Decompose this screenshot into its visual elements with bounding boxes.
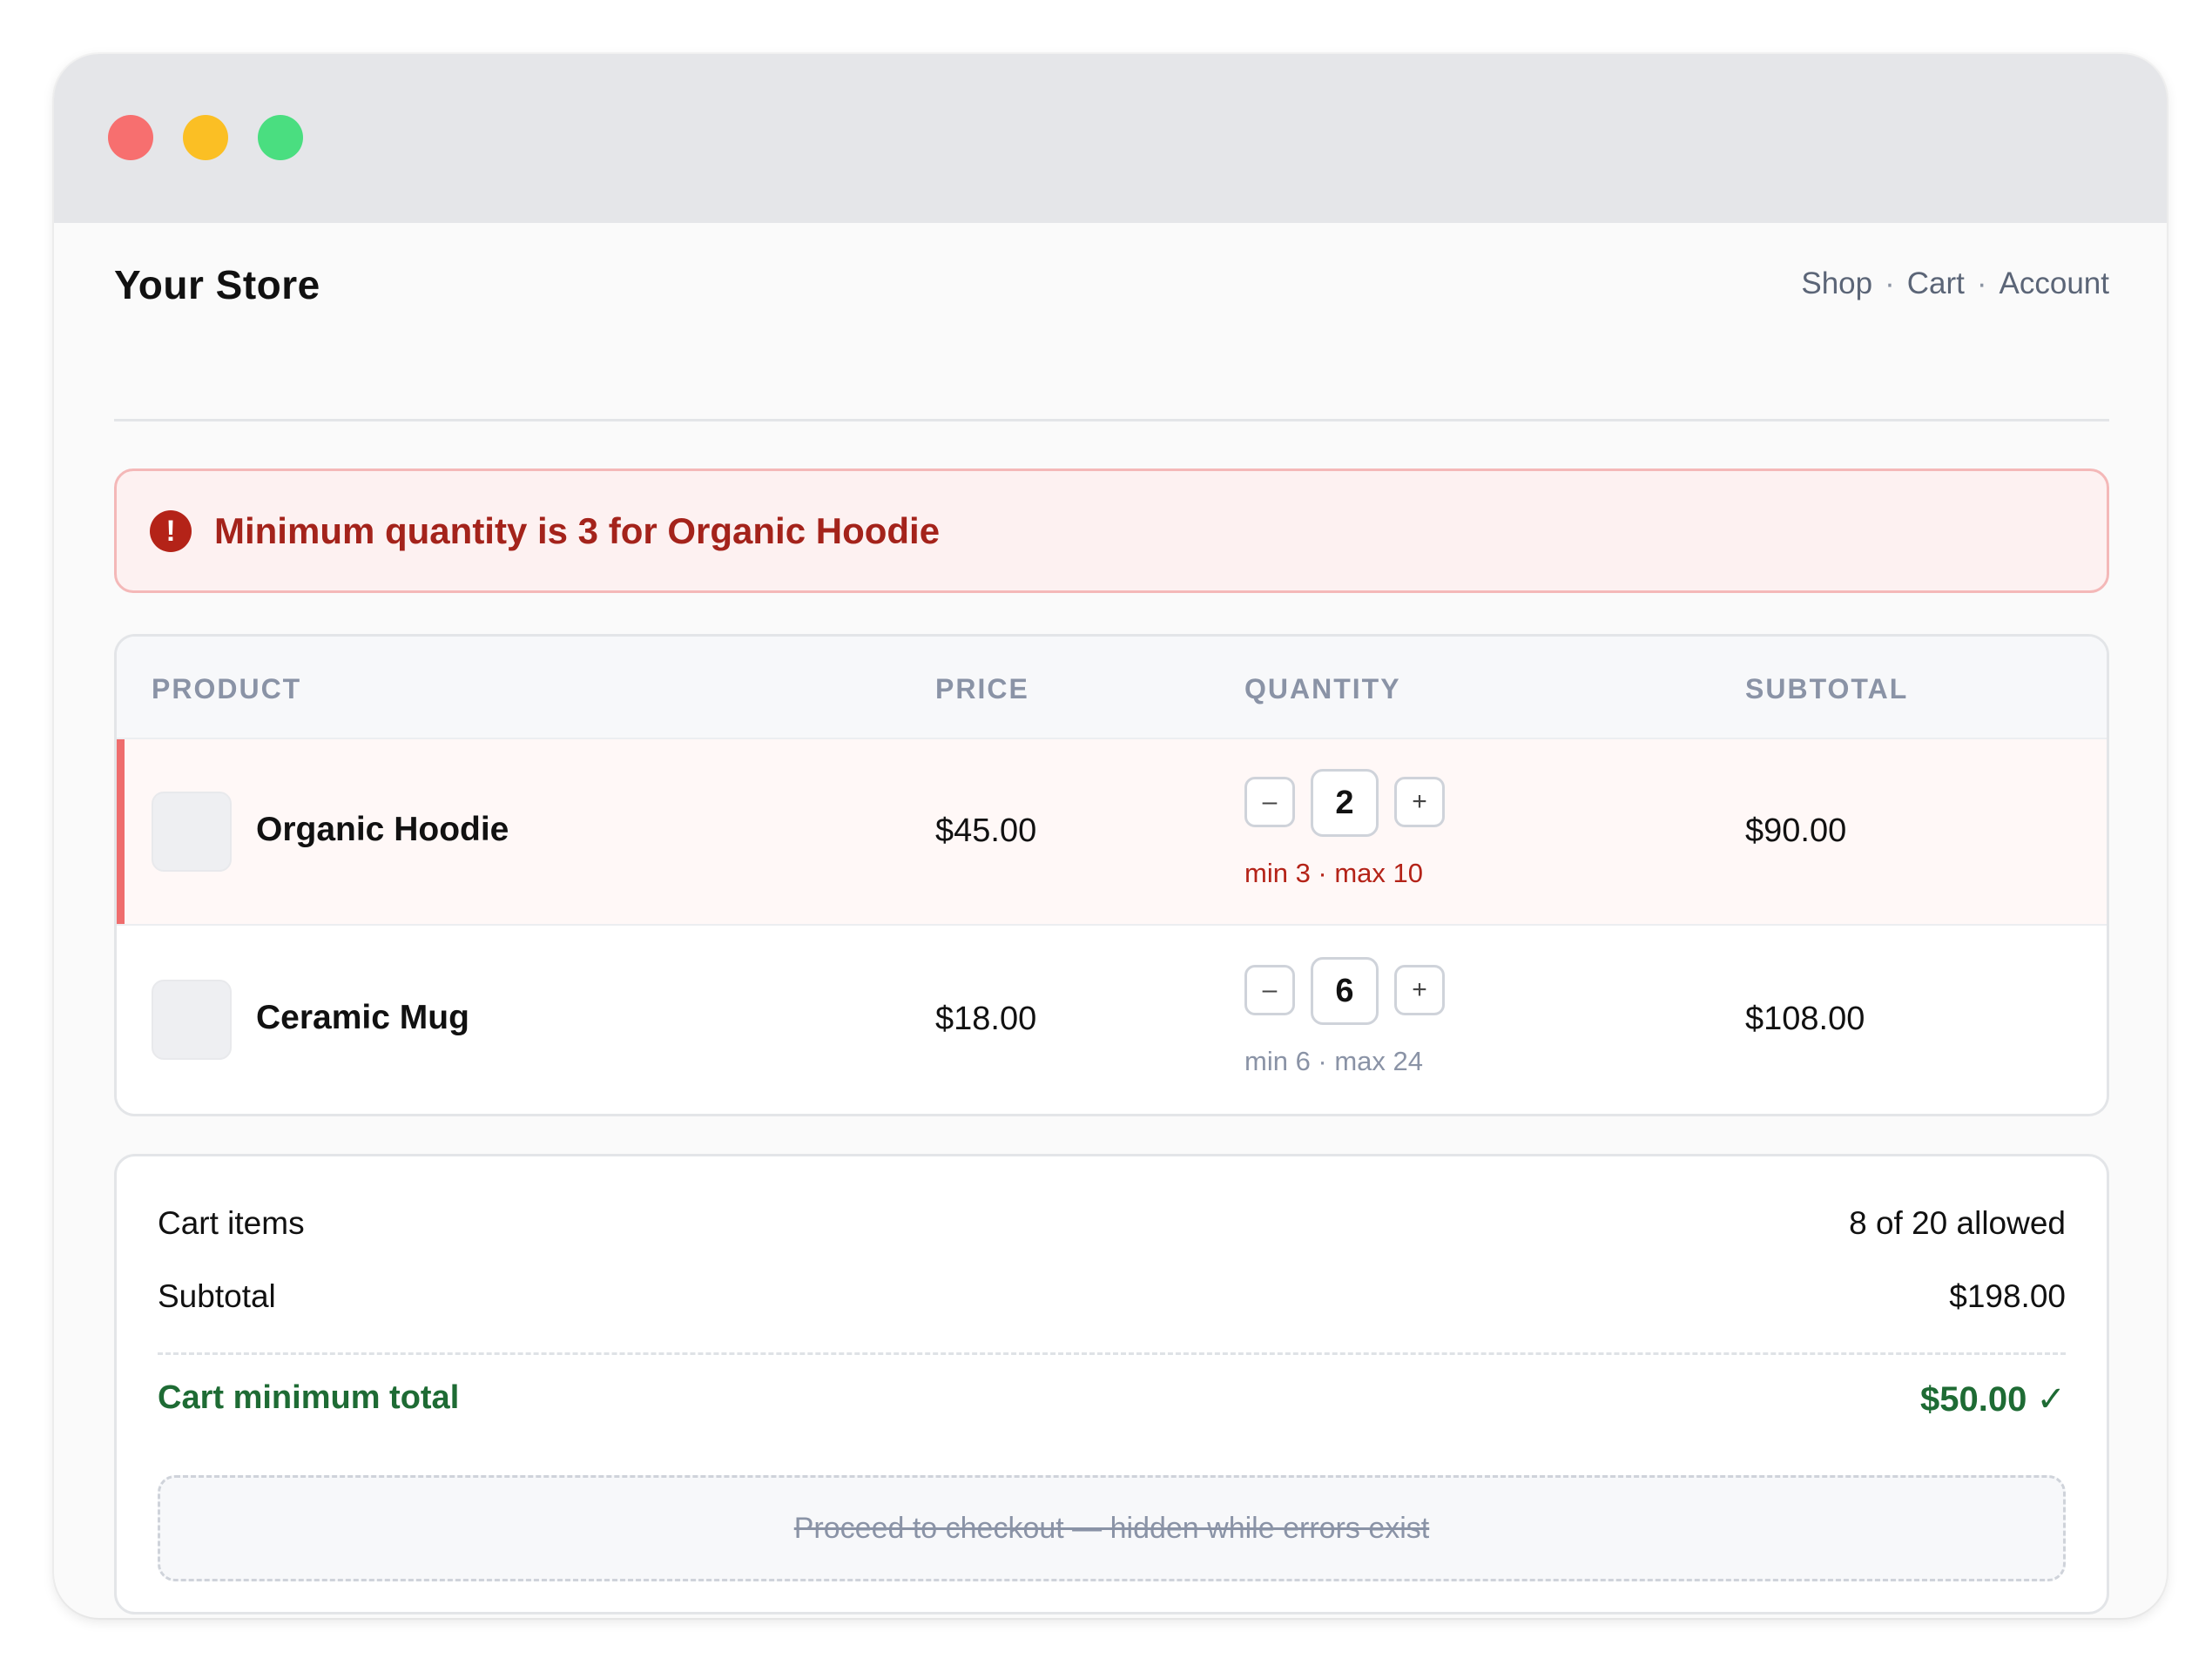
increment-quantity-button[interactable]: +: [1394, 965, 1445, 1015]
product-name: Ceramic Mug: [256, 999, 469, 1036]
summary-cart-minimum: Cart minimum total $50.00 ✓: [158, 1379, 2066, 1419]
row-subtotal: $108.00: [1745, 1001, 1865, 1037]
decrement-quantity-button[interactable]: –: [1244, 777, 1295, 827]
cart-table: PRODUCT PRICE QUANTITY SUBTOTAL Organic …: [114, 634, 2109, 1116]
product-price: $18.00: [935, 1001, 1037, 1037]
error-exclamation-icon: !: [150, 509, 192, 552]
quantity-input[interactable]: 6: [1311, 957, 1379, 1025]
checkout-placeholder: Proceed to checkout — hidden while error…: [158, 1475, 2066, 1581]
product-thumbnail: [152, 980, 232, 1060]
row-error-indicator: [117, 739, 125, 924]
summary-subtotal-value: $198.00: [1949, 1278, 2066, 1314]
error-alert: ! Minimum quantity is 3 for Organic Hood…: [114, 468, 2109, 593]
product-name: Organic Hoodie: [256, 811, 509, 848]
close-window-button[interactable]: [108, 115, 153, 160]
error-alert-message: Minimum quantity is 3 for Organic Hoodie: [214, 509, 941, 551]
store-brand: Your Store: [114, 262, 320, 307]
cart-summary: Cart items 8 of 20 allowed Subtotal $198…: [114, 1154, 2109, 1614]
window-titlebar: [54, 54, 2167, 223]
summary-cart-items-label: Cart items: [158, 1205, 305, 1241]
column-header-product: PRODUCT: [152, 673, 302, 704]
page-content: Your Store Shop · Cart · Account ! Minim…: [54, 223, 2167, 1618]
summary-cart-items: Cart items 8 of 20 allowed: [158, 1205, 2066, 1242]
store-header: Your Store Shop · Cart · Account: [114, 223, 2109, 421]
product-thumbnail: [152, 792, 232, 872]
decrement-quantity-button[interactable]: –: [1244, 965, 1295, 1015]
summary-subtotal-label: Subtotal: [158, 1278, 276, 1314]
summary-minimum-label: Cart minimum total: [158, 1379, 460, 1416]
top-nav: Shop · Cart · Account: [1801, 266, 2109, 301]
increment-quantity-button[interactable]: +: [1394, 777, 1445, 827]
nav-separator: ·: [1885, 266, 1895, 300]
nav-link-cart[interactable]: Cart: [1907, 266, 1965, 301]
table-row-organic-hoodie: Organic Hoodie $45.00 – 2 + min 3 · max …: [117, 739, 2107, 926]
nav-link-shop[interactable]: Shop: [1801, 266, 1872, 301]
browser-window: Your Store Shop · Cart · Account ! Minim…: [54, 54, 2167, 1618]
summary-minimum-value: $50.00 ✓: [1920, 1380, 2066, 1419]
minimize-window-button[interactable]: [183, 115, 228, 160]
table-row-ceramic-mug: Ceramic Mug $18.00 – 6 + min 6 · max 24 …: [117, 927, 2107, 1114]
product-price: $45.00: [935, 812, 1037, 849]
quantity-limits: min 6 · max 24: [1244, 1046, 1424, 1076]
summary-subtotal: Subtotal $198.00: [158, 1278, 2066, 1315]
summary-divider: [158, 1352, 2066, 1355]
cart-table-header: PRODUCT PRICE QUANTITY SUBTOTAL: [117, 637, 2107, 739]
quantity-input[interactable]: 2: [1311, 769, 1379, 837]
nav-link-account[interactable]: Account: [2000, 266, 2109, 301]
column-header-price: PRICE: [935, 673, 1029, 704]
summary-cart-items-value: 8 of 20 allowed: [1849, 1205, 2066, 1241]
column-header-subtotal: SUBTOTAL: [1745, 673, 1909, 704]
maximize-window-button[interactable]: [258, 115, 303, 160]
column-header-quantity: QUANTITY: [1244, 673, 1401, 704]
quantity-limits: min 3 · max 10: [1244, 858, 1424, 888]
row-subtotal: $90.00: [1745, 812, 1847, 849]
nav-separator: ·: [1976, 266, 1987, 300]
